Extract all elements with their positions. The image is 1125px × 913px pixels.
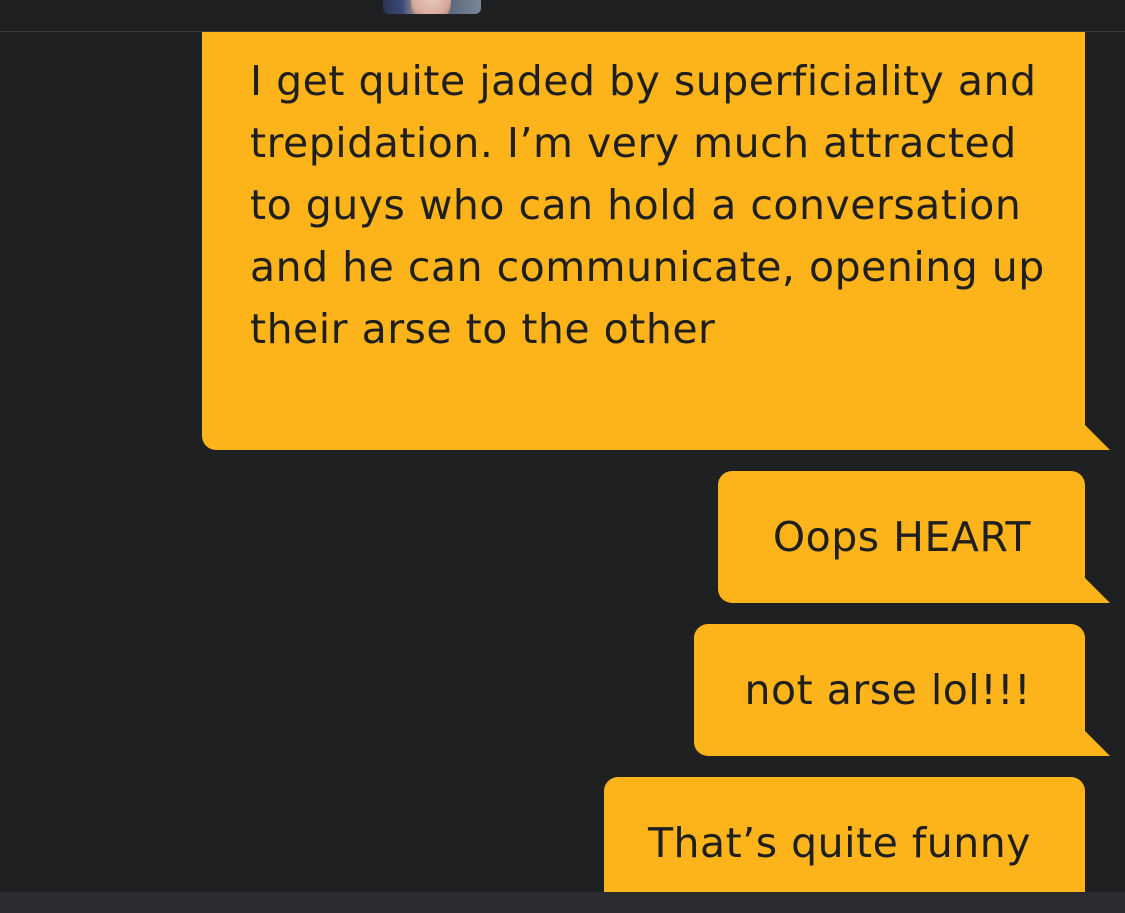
bubble-tail — [1085, 578, 1110, 603]
chat-header — [0, 0, 1125, 32]
message-bubble-3: not arse lol!!! — [694, 624, 1110, 756]
message-bubble-1: I get quite jaded by superficiality and … — [202, 32, 1110, 450]
message-text-2: Oops HEART — [772, 513, 1031, 561]
message-text-4: That’s quite funny — [647, 819, 1031, 867]
avatar[interactable] — [383, 0, 481, 14]
profile-photo-icon — [411, 0, 451, 14]
bubble-tail — [1085, 731, 1110, 756]
composer-bar[interactable] — [0, 892, 1125, 913]
message-bubble-2: Oops HEART — [718, 471, 1110, 603]
message-text-1: I get quite jaded by superficiality and … — [250, 57, 1045, 353]
message-list[interactable]: I get quite jaded by superficiality and … — [0, 32, 1125, 892]
bubble-tail — [1085, 425, 1110, 450]
message-text-3: not arse lol!!! — [744, 666, 1031, 714]
message-bubble-4: That’s quite funny — [604, 777, 1085, 892]
